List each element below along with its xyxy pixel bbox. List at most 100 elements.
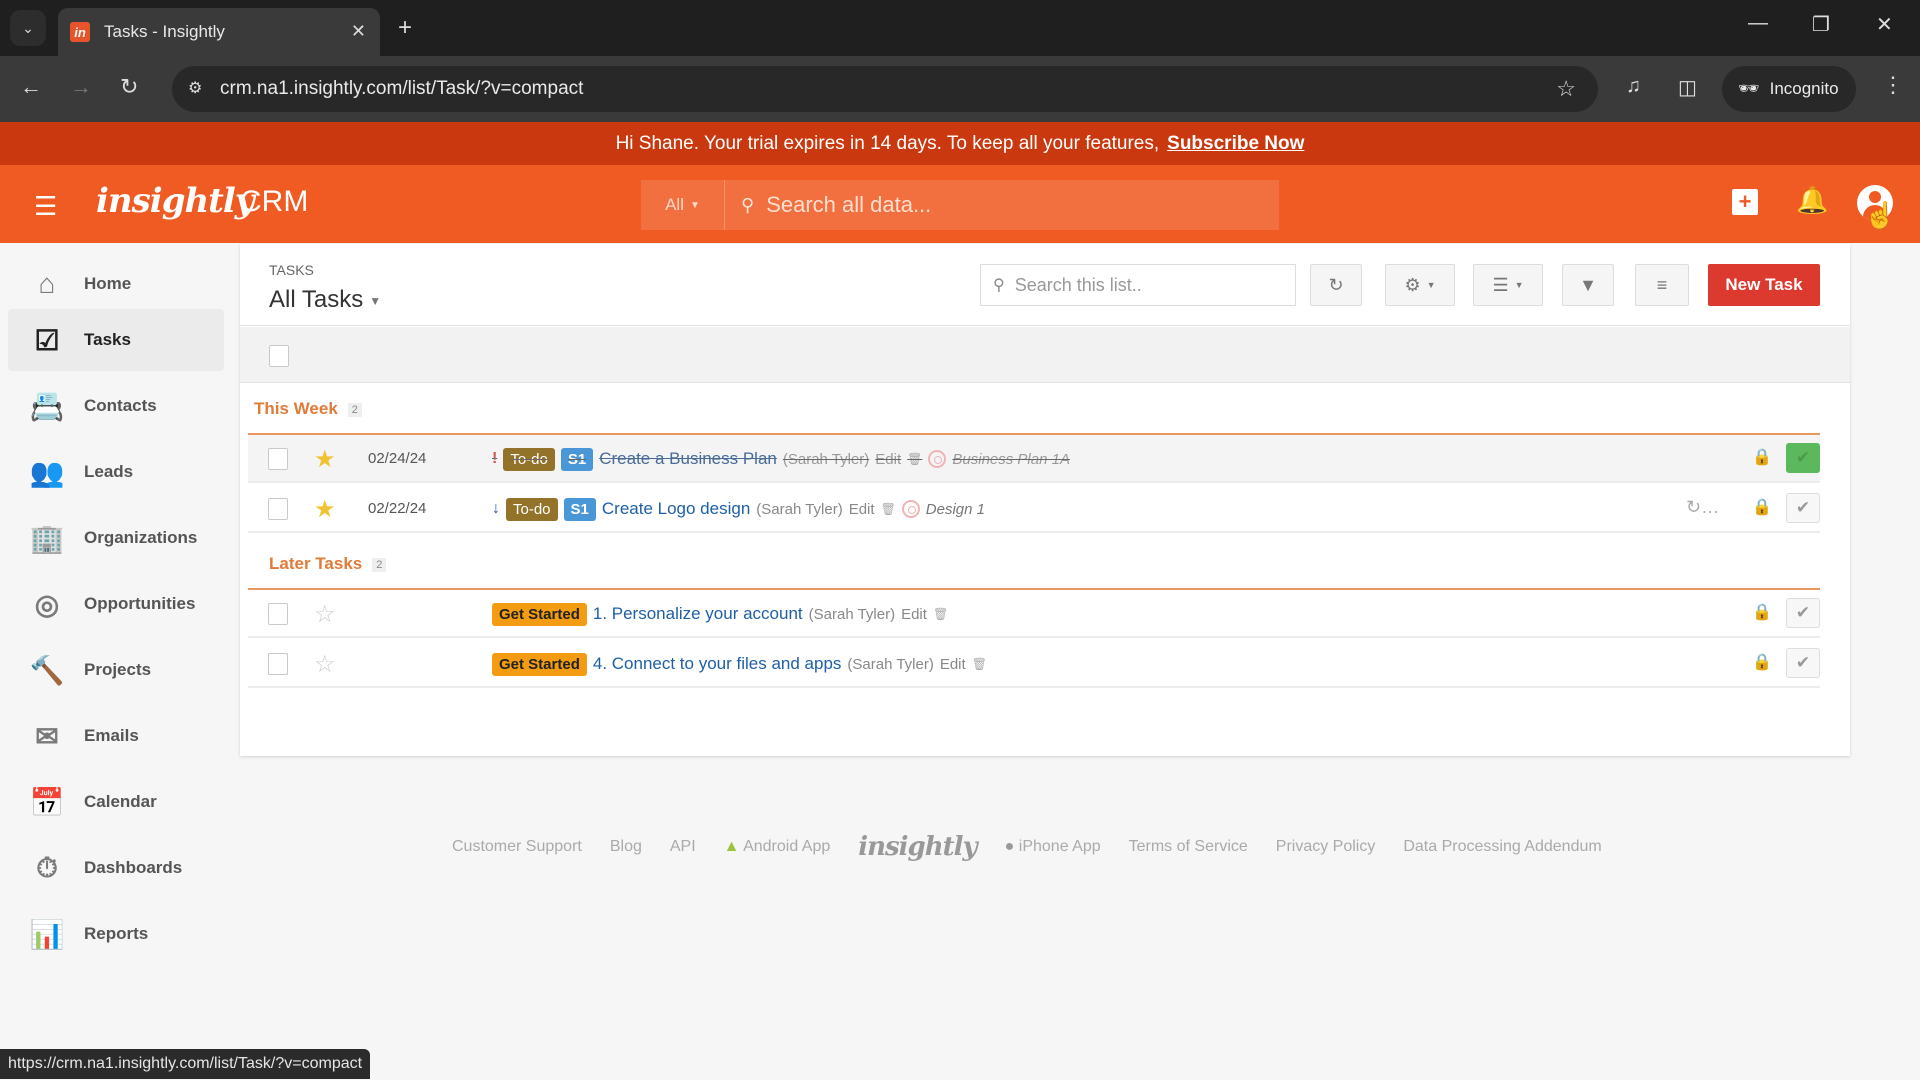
- global-search-input[interactable]: [766, 192, 1247, 218]
- sidebar-item-calendar[interactable]: 📅 Calendar: [8, 771, 224, 833]
- star-icon[interactable]: ★: [314, 445, 336, 474]
- link-preview-statusbar: https://crm.na1.insightly.com/list/Task/…: [0, 1049, 371, 1079]
- complete-task-button[interactable]: ✔: [1786, 648, 1820, 678]
- apple-icon: ●: [1004, 838, 1015, 855]
- edit-link[interactable]: Edit: [901, 606, 927, 623]
- row-checkbox[interactable]: [268, 448, 288, 470]
- sidebar-item-label: Calendar: [84, 792, 157, 811]
- reload-icon[interactable]: ↻: [120, 74, 138, 100]
- footer-link-customer-support[interactable]: Customer Support: [452, 838, 582, 856]
- star-outline-icon[interactable]: ☆: [314, 600, 336, 629]
- insightly-logo[interactable]: insightly: [96, 181, 255, 221]
- row-checkbox[interactable]: [268, 603, 288, 625]
- incognito-label: Incognito: [1769, 79, 1839, 98]
- footer-link-android-app[interactable]: ▲ Android App: [724, 838, 831, 856]
- search-scope-value: All: [665, 195, 684, 214]
- task-owner: (Sarah Tyler): [756, 500, 843, 518]
- site-settings-icon[interactable]: ⚙: [188, 78, 202, 98]
- edit-link[interactable]: Edit: [875, 451, 901, 468]
- complete-task-button[interactable]: ✔: [1786, 598, 1820, 628]
- search-scope-dropdown[interactable]: All ▼: [641, 180, 725, 230]
- media-controls-icon[interactable]: ♫: [1626, 75, 1641, 98]
- row-checkbox[interactable]: [268, 653, 288, 675]
- trash-icon[interactable]: 🗑: [907, 452, 922, 466]
- group-count: 2: [372, 557, 387, 572]
- footer-link-privacy[interactable]: Privacy Policy: [1276, 838, 1376, 856]
- task-title-link[interactable]: 1. Personalize your account: [593, 604, 803, 624]
- view-options-dropdown-button[interactable]: ☰ ▼: [1473, 264, 1543, 306]
- bookmark-star-icon[interactable]: ☆: [1556, 76, 1576, 102]
- opportunity-icon: [901, 500, 920, 518]
- task-title-link[interactable]: 4. Connect to your files and apps: [593, 654, 842, 674]
- sidebar-item-label: Opportunities: [84, 594, 196, 613]
- sidebar-item-leads[interactable]: 👥 Leads: [8, 441, 224, 503]
- sidebar-item-opportunities[interactable]: ◎ Opportunities: [8, 573, 224, 635]
- footer-link-iphone-app[interactable]: ● iPhone App: [1005, 838, 1101, 856]
- edit-link[interactable]: Edit: [940, 656, 966, 673]
- footer-link-dpa[interactable]: Data Processing Addendum: [1403, 838, 1601, 856]
- list-search-input[interactable]: [1014, 274, 1275, 296]
- back-icon[interactable]: ←: [20, 74, 42, 100]
- caret-down-icon: ▼: [1426, 280, 1436, 290]
- filter-button[interactable]: ▼: [1562, 264, 1614, 306]
- restore-icon[interactable]: ❐: [1812, 12, 1830, 37]
- sidebar-item-tasks[interactable]: ☑ Tasks: [8, 309, 224, 371]
- trash-icon[interactable]: 🗑: [972, 657, 987, 671]
- sidebar-item-organizations[interactable]: 🏢 Organizations: [8, 507, 224, 569]
- star-icon[interactable]: ★: [314, 495, 336, 524]
- new-task-button[interactable]: New Task: [1708, 264, 1820, 306]
- sidebar-item-reports[interactable]: 📊 Reports: [8, 903, 224, 965]
- linked-opportunity[interactable]: Design 1: [926, 501, 985, 518]
- sidebar-item-dashboards[interactable]: ⏱ Dashboards: [8, 837, 224, 899]
- sidebar-item-emails[interactable]: ✉ Emails: [8, 705, 224, 767]
- task-title-link[interactable]: Create Logo design: [602, 499, 750, 519]
- organizations-icon: 🏢: [29, 522, 65, 554]
- linked-opportunity[interactable]: Business Plan 1A: [952, 451, 1070, 468]
- select-all-checkbox[interactable]: [269, 345, 289, 367]
- forward-icon[interactable]: →: [70, 74, 92, 100]
- task-row: ★ 02/24/24 ! To-do S1 Create a Business …: [248, 435, 1820, 483]
- sidebar-item-projects[interactable]: 🔨 Projects: [8, 639, 224, 701]
- minimize-icon[interactable]: —: [1748, 12, 1768, 35]
- star-outline-icon[interactable]: ☆: [314, 650, 336, 679]
- menu-hamburger-icon[interactable]: ☰: [34, 191, 57, 222]
- complete-task-button[interactable]: ✔: [1786, 493, 1820, 523]
- trash-icon[interactable]: 🗑: [881, 502, 896, 516]
- sidebar-item-home[interactable]: ⌂ Home: [8, 253, 224, 315]
- footer-link-terms[interactable]: Terms of Service: [1129, 838, 1248, 856]
- edit-link[interactable]: Edit: [849, 501, 875, 518]
- settings-dropdown-button[interactable]: ⚙ ▼: [1385, 264, 1455, 306]
- status-badge: To-do: [503, 447, 555, 471]
- task-title-link[interactable]: Create a Business Plan: [599, 449, 777, 469]
- subscribe-now-link[interactable]: Subscribe Now: [1167, 133, 1304, 155]
- status-badge: To-do: [506, 497, 558, 521]
- close-window-icon[interactable]: ✕: [1876, 12, 1893, 37]
- browser-tab-active[interactable]: in Tasks - Insightly ✕: [58, 8, 380, 56]
- side-panel-icon[interactable]: ◫: [1678, 75, 1697, 100]
- browser-tabstrip: ⌄ in Tasks - Insightly ✕ + — ❐ ✕: [0, 0, 1920, 56]
- column-layout-button[interactable]: ≡: [1635, 264, 1689, 306]
- incognito-indicator[interactable]: 🕶 Incognito: [1722, 66, 1856, 112]
- sidebar-item-label: Leads: [84, 462, 134, 481]
- sidebar-item-contacts[interactable]: 📇 Contacts: [8, 375, 224, 437]
- opportunities-icon: ◎: [34, 588, 60, 620]
- row-checkbox[interactable]: [268, 498, 288, 520]
- refresh-button[interactable]: ↻: [1310, 264, 1362, 306]
- footer-link-api[interactable]: API: [670, 838, 696, 856]
- leads-icon: 👥: [29, 456, 65, 488]
- complete-task-button[interactable]: ✔: [1786, 443, 1820, 473]
- tab-search-button[interactable]: ⌄: [10, 10, 46, 46]
- priority-low-icon: ↓: [492, 500, 500, 517]
- browser-menu-icon[interactable]: ⋮: [1882, 72, 1904, 98]
- task-details: Get Started 1. Personalize your account …: [492, 590, 948, 638]
- footer-link-blog[interactable]: Blog: [610, 838, 642, 856]
- notifications-bell-icon[interactable]: 🔔: [1796, 185, 1828, 216]
- lock-icon: 🔒: [1752, 604, 1772, 621]
- trash-icon[interactable]: 🗑: [933, 607, 948, 621]
- close-tab-icon[interactable]: ✕: [351, 21, 366, 42]
- view-selector[interactable]: All Tasks ▼: [269, 286, 381, 314]
- pointer-cursor-icon: ☝: [1864, 200, 1897, 230]
- quick-add-button[interactable]: +: [1732, 189, 1758, 215]
- new-tab-button[interactable]: +: [398, 14, 412, 42]
- address-bar[interactable]: ⚙ crm.na1.insightly.com/list/Task/?v=com…: [172, 66, 1598, 112]
